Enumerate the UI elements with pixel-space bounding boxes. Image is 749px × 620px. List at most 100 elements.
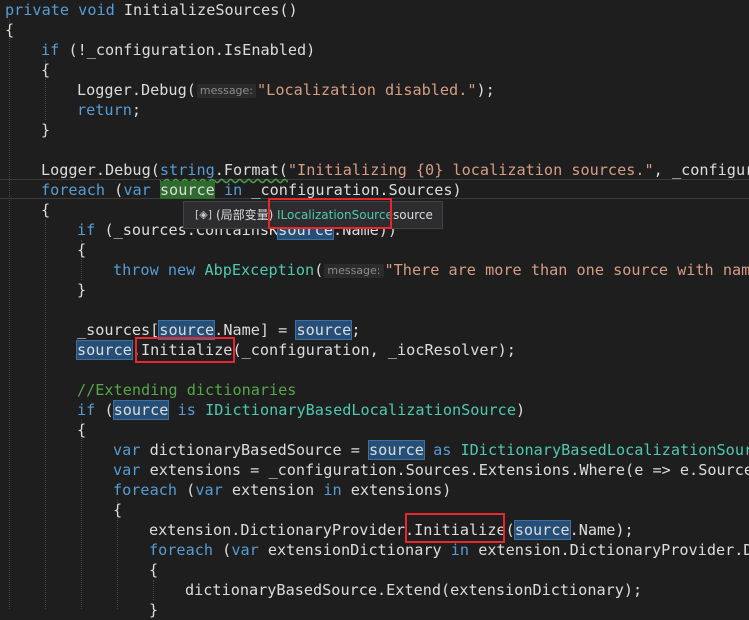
code-text: extension xyxy=(222,481,324,499)
brace: { xyxy=(77,421,87,439)
brace: } xyxy=(149,601,159,619)
code-line[interactable]: //Extending dictionaries xyxy=(77,380,296,400)
code-text: dictionaryBasedSource = xyxy=(140,441,370,459)
tooltip-variable-name: source xyxy=(393,208,433,222)
code-text: ( xyxy=(213,541,232,559)
keyword: in xyxy=(223,181,243,199)
code-text: ); xyxy=(476,81,495,99)
keyword: foreach xyxy=(41,181,106,199)
code-text: ( xyxy=(177,481,196,499)
code-text: Logger.Debug( xyxy=(77,81,196,99)
keyword: in xyxy=(450,541,470,559)
variable-reference[interactable]: source xyxy=(295,320,353,340)
code-line[interactable]: foreach (var extension in extensions) xyxy=(113,480,451,500)
variable-reference[interactable]: source xyxy=(76,340,133,360)
code-line[interactable]: foreach (var source in _configuration.So… xyxy=(41,180,462,200)
brace: { xyxy=(41,201,51,219)
keyword: return xyxy=(77,101,132,119)
type-name: IDictionaryBasedLocalizationSource xyxy=(205,401,516,419)
hovered-variable[interactable]: source xyxy=(159,181,215,199)
code-text: ( xyxy=(95,401,114,419)
keyword: if xyxy=(77,401,96,419)
keyword: var xyxy=(123,181,151,199)
keyword: in xyxy=(323,481,342,499)
code-line[interactable]: Logger.Debug(string.Format("Initializing… xyxy=(41,160,749,180)
keyword: new xyxy=(167,261,196,279)
code-text: _configuration.Sources) xyxy=(242,181,462,199)
code-line[interactable]: extension.DictionaryProvider.Initialize(… xyxy=(149,520,634,540)
code-line[interactable]: if (!_configuration.IsEnabled) xyxy=(41,40,315,60)
keyword: var xyxy=(231,541,259,559)
local-variable-icon: [◈] xyxy=(195,208,213,221)
keyword: void xyxy=(78,1,115,19)
tooltip-kind-label: (局部变量) xyxy=(216,208,274,222)
code-text: ; xyxy=(351,321,361,339)
code-line[interactable]: if (source is IDictionaryBasedLocalizati… xyxy=(77,400,525,420)
keyword: string xyxy=(159,161,215,179)
keyword: private xyxy=(5,1,70,19)
keyword: as xyxy=(433,441,452,459)
code-line[interactable]: throw new AbpException(message: "There ar… xyxy=(113,260,749,280)
code-line[interactable]: var extensions = _configuration.Sources.… xyxy=(113,460,749,480)
keyword: is xyxy=(177,401,196,419)
indent-guide xyxy=(153,580,154,600)
brace: { xyxy=(41,61,51,79)
type-name: AbpException xyxy=(204,261,315,279)
indent-guide xyxy=(45,220,46,609)
code-text: ; xyxy=(131,101,142,119)
type-name: IDictionaryBasedLocalizationSourc xyxy=(460,441,749,459)
code-text: ) xyxy=(515,401,526,419)
string-literal: "Initializing {0} localization sources." xyxy=(287,161,654,179)
code-line[interactable]: } xyxy=(41,120,50,140)
brace: } xyxy=(77,281,87,299)
code-text: dictionaryBasedSource.Extend(extensionDi… xyxy=(185,581,643,599)
code-text: extensions = _configuration.Sources.Exte… xyxy=(140,461,749,479)
code-line[interactable]: return; xyxy=(77,100,141,120)
annotation-box-initialize xyxy=(135,337,235,363)
code-line[interactable]: var dictionaryBasedSource = source as ID… xyxy=(113,440,749,460)
variable-reference[interactable]: source xyxy=(368,440,425,460)
keyword: foreach xyxy=(149,541,214,559)
variable-reference[interactable]: source xyxy=(112,400,170,420)
brace: { xyxy=(77,241,87,259)
annotation-box-initialize xyxy=(405,513,505,543)
code-line[interactable]: { xyxy=(113,500,122,520)
keyword: if xyxy=(77,221,96,239)
indent-guide xyxy=(81,420,82,609)
string-literal: "Localization disabled." xyxy=(257,81,477,99)
code-text: ( xyxy=(105,181,124,199)
code-editor[interactable]: private void InitializeSources() { if (!… xyxy=(0,0,749,619)
code-line[interactable]: } xyxy=(149,600,158,620)
code-line[interactable]: { xyxy=(77,240,86,260)
keyword: var xyxy=(113,441,141,459)
brace: { xyxy=(113,501,123,519)
code-line[interactable]: { xyxy=(41,60,50,80)
string-literal: "There are more than one source with nam… xyxy=(384,261,749,279)
code-line[interactable]: { xyxy=(149,560,158,580)
code-text: extension.DictionaryProvider.Di xyxy=(469,541,749,559)
parameter-hint: message: xyxy=(196,84,257,98)
code-text: , _configura xyxy=(653,161,749,179)
code-line[interactable]: foreach (var extensionDictionary in exte… xyxy=(149,540,749,560)
keyword: throw xyxy=(113,261,159,279)
code-text: .Name); xyxy=(569,521,634,539)
brace: } xyxy=(41,121,51,139)
code-line[interactable]: } xyxy=(77,280,86,300)
code-line[interactable]: Logger.Debug(message: "Localization disab… xyxy=(77,80,495,100)
brace: { xyxy=(5,21,15,39)
code-text: .Format( xyxy=(214,161,288,179)
code-text: Logger.Debug( xyxy=(41,161,160,179)
code-text: ( xyxy=(314,261,324,279)
keyword: var xyxy=(195,481,223,499)
brace: { xyxy=(149,561,159,579)
code-line[interactable]: { xyxy=(77,420,86,440)
code-line[interactable]: private void InitializeSources() xyxy=(5,0,298,20)
code-line[interactable]: dictionaryBasedSource.Extend(extensionDi… xyxy=(185,580,642,600)
keyword: if xyxy=(41,41,60,59)
code-text: (!_configuration.IsEnabled) xyxy=(59,41,316,59)
annotation-box-type xyxy=(268,198,392,229)
indent-guide xyxy=(9,20,10,609)
code-line[interactable]: { xyxy=(5,20,14,40)
variable-reference[interactable]: source xyxy=(513,520,571,540)
code-line[interactable]: { xyxy=(41,200,50,220)
